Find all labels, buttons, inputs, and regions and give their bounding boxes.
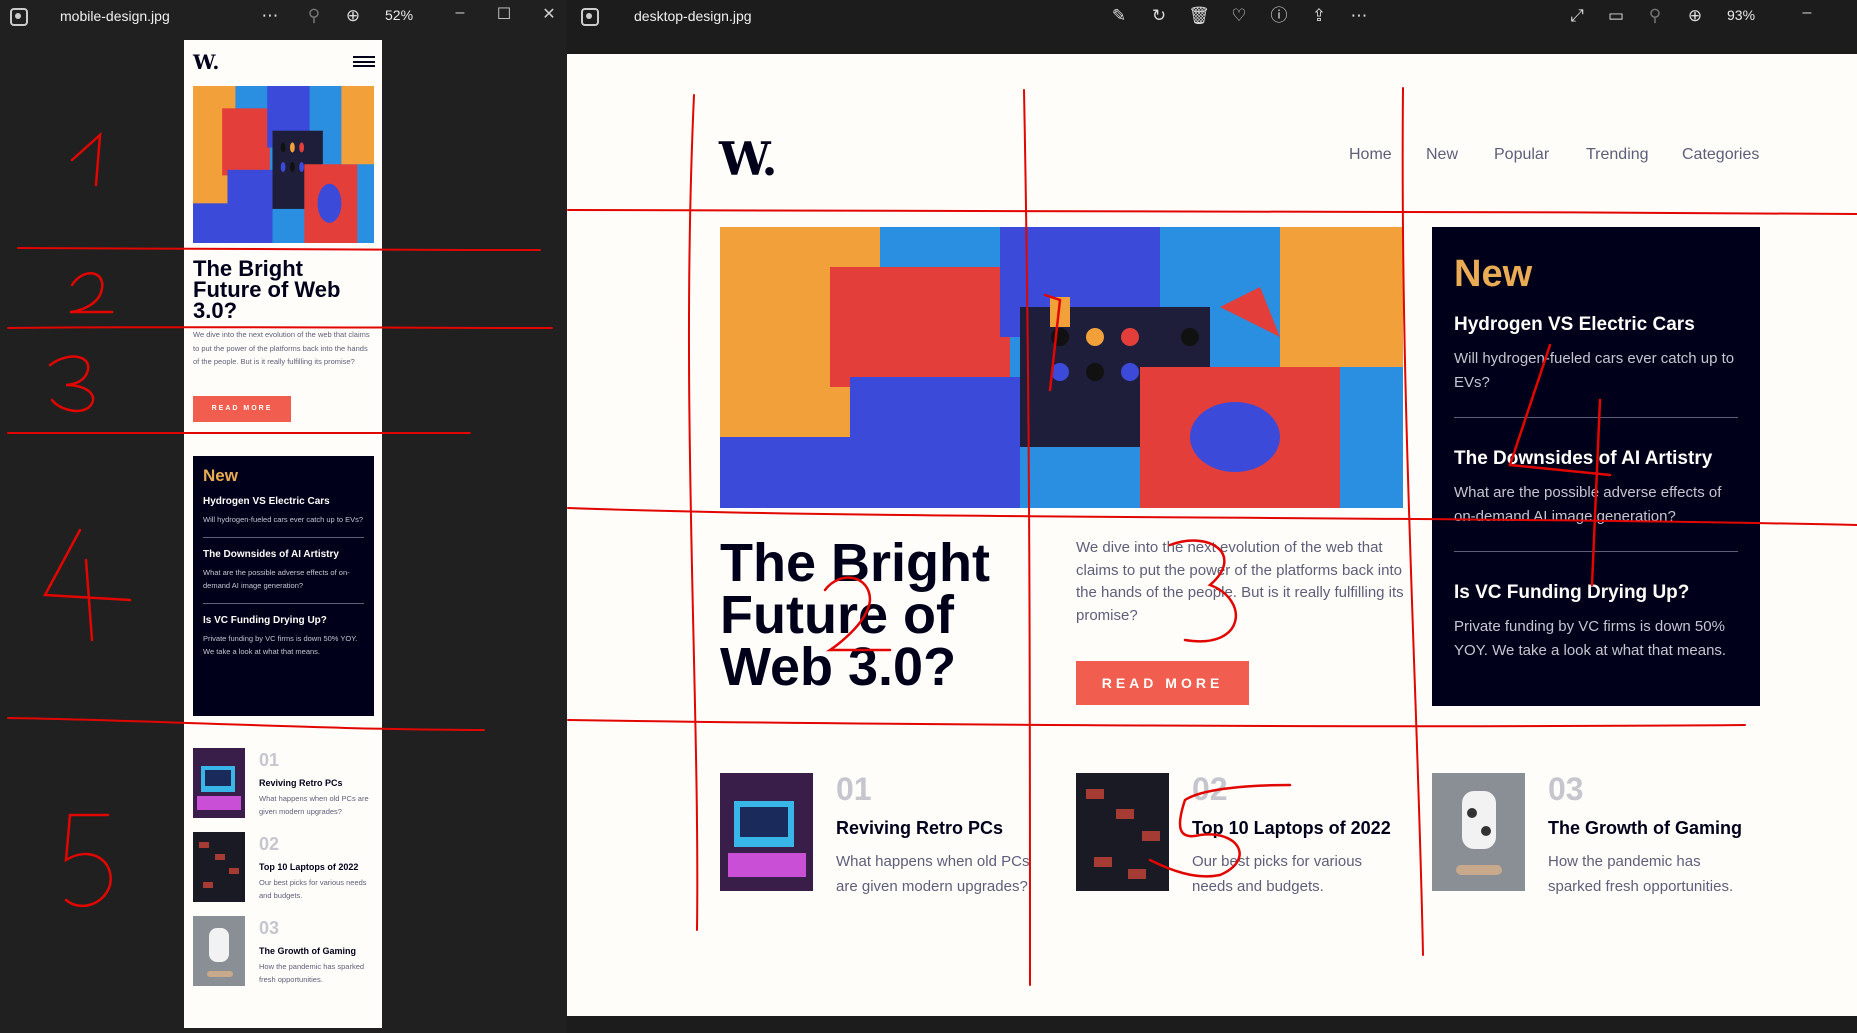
tile-number: 02 xyxy=(1192,771,1228,807)
mobile-design-image: W. The Bright Future of Web 3.0? We dive… xyxy=(184,40,382,1028)
desktop-design-image: W. Home New Popular Trending Categories … xyxy=(567,54,1857,1016)
retro-pc-thumbnail xyxy=(193,748,245,818)
actual-size-icon[interactable]: ▭ xyxy=(1604,6,1628,26)
laptop-keyboard-thumbnail xyxy=(1076,773,1169,891)
tile-number: 01 xyxy=(836,771,872,807)
desktop-viewer-titlebar: desktop-design.jpg ✎ ↻ 🗑 ♡ ⓘ ⇪ ⋯ ⤢ ▭ ⚲ ⊕… xyxy=(567,0,1857,38)
new-item-title: The Downsides of AI Artistry xyxy=(1454,448,1713,469)
new-heading: New xyxy=(203,466,238,485)
more-dots-icon[interactable]: ⋯ xyxy=(258,6,282,26)
article-tile: 01 Reviving Retro PCs What happens when … xyxy=(193,748,374,818)
desktop-filename: desktop-design.jpg xyxy=(634,8,752,24)
photos-app-icon xyxy=(581,8,599,26)
zoom-out-icon[interactable]: ⚲ xyxy=(1643,6,1667,26)
new-item: Hydrogen VS Electric Cars Will hydrogen-… xyxy=(1454,314,1738,418)
heart-icon[interactable]: ♡ xyxy=(1227,6,1251,26)
tile-title: Top 10 Laptops of 2022 xyxy=(259,862,359,872)
nav-new: New xyxy=(1426,146,1459,163)
site-logo: W. xyxy=(719,132,777,186)
new-item: Hydrogen VS Electric Cars Will hydrogen-… xyxy=(203,496,364,538)
new-heading: New xyxy=(1454,253,1533,295)
article-tile: 02 Top 10 Laptops of 2022 Our best picks… xyxy=(193,832,374,902)
new-item: The Downsides of AI Artistry What are th… xyxy=(1454,448,1738,552)
hero-description: We dive into the next evolution of the w… xyxy=(193,330,370,366)
tile-number: 01 xyxy=(259,750,280,770)
new-item: Is VC Funding Drying Up? Private funding… xyxy=(203,615,364,669)
nav-popular: Popular xyxy=(1494,146,1550,163)
hamburger-menu-icon xyxy=(353,56,375,67)
retro-pc-thumbnail xyxy=(720,773,813,891)
tile-desc: What happens when old PCs are given mode… xyxy=(836,853,1030,895)
zoom-in-icon[interactable]: ⊕ xyxy=(1683,6,1707,26)
zoom-out-icon[interactable]: ⚲ xyxy=(302,6,326,26)
new-item-desc: What are the possible adverse effects of… xyxy=(203,567,350,591)
mobile-filename: mobile-design.jpg xyxy=(60,8,170,24)
tile-desc: What happens when old PCs are given mode… xyxy=(259,794,369,816)
gamepad-thumbnail xyxy=(1432,773,1525,891)
new-item-desc: Private funding by VC firms is down 50% … xyxy=(1454,618,1727,659)
tile-title: Reviving Retro PCs xyxy=(259,778,343,788)
new-item: The Downsides of AI Artistry What are th… xyxy=(203,549,364,604)
hero-title: The Bright Future of Web 3.0? xyxy=(193,256,341,323)
mobile-viewer-titlebar: mobile-design.jpg ⋯ ⚲ ⊕ 52% – ☐ ✕ xyxy=(0,0,567,38)
minimize-button[interactable]: – xyxy=(448,4,472,22)
hero-description: We dive into the next evolution of the w… xyxy=(1076,539,1404,624)
hero-image xyxy=(720,227,1403,508)
new-item-desc: Will hydrogen-fueled cars ever catch up … xyxy=(203,515,364,524)
rotate-icon[interactable]: ↻ xyxy=(1147,6,1171,26)
gamepad-thumbnail xyxy=(193,916,245,986)
new-item-title: Is VC Funding Drying Up? xyxy=(1454,582,1690,603)
zoom-level[interactable]: 93% xyxy=(1727,7,1755,23)
delete-icon[interactable]: 🗑 xyxy=(1187,6,1211,26)
tile-desc: Our best picks for various needs and bud… xyxy=(1192,853,1363,895)
new-item-title: Is VC Funding Drying Up? xyxy=(203,614,327,626)
hero-image xyxy=(193,86,374,243)
edit-image-icon[interactable]: ✎ xyxy=(1107,6,1131,26)
new-item-desc: What are the possible adverse effects of… xyxy=(1454,484,1722,525)
more-dots-icon[interactable]: ⋯ xyxy=(1347,6,1371,26)
new-item: Is VC Funding Drying Up? Private funding… xyxy=(1454,582,1738,685)
tile-title: The Growth of Gaming xyxy=(259,946,356,956)
tile-title: The Growth of Gaming xyxy=(1548,818,1742,838)
hero-title: The Bright Future of Web 3.0? xyxy=(720,533,990,697)
laptop-keyboard-thumbnail xyxy=(193,832,245,902)
article-tile: 02 Top 10 Laptops of 2022 Our best picks… xyxy=(1076,771,1406,895)
fullscreen-icon[interactable]: ⤢ xyxy=(1565,6,1589,26)
tile-number: 03 xyxy=(259,918,280,938)
tile-title: Top 10 Laptops of 2022 xyxy=(1192,818,1391,838)
article-tile: 01 Reviving Retro PCs What happens when … xyxy=(720,771,1050,895)
nav-trending: Trending xyxy=(1586,146,1649,163)
read-more-button: READ MORE xyxy=(193,396,291,422)
nav-home: Home xyxy=(1349,146,1392,163)
site-logo: W. xyxy=(193,50,220,74)
read-more-button: READ MORE xyxy=(1076,661,1249,705)
zoom-in-icon[interactable]: ⊕ xyxy=(341,6,365,26)
new-item-title: Hydrogen VS Electric Cars xyxy=(1454,314,1695,335)
tile-number: 02 xyxy=(259,834,280,854)
tile-title: Reviving Retro PCs xyxy=(836,818,1004,838)
tile-desc: How the pandemic has sparked fresh oppor… xyxy=(1548,853,1734,895)
nav-categories: Categories xyxy=(1682,146,1760,163)
tile-desc: Our best picks for various needs and bud… xyxy=(259,878,367,900)
share-icon[interactable]: ⇪ xyxy=(1307,6,1331,26)
info-icon[interactable]: ⓘ xyxy=(1267,6,1291,26)
zoom-level[interactable]: 52% xyxy=(385,7,413,23)
new-item-desc: Will hydrogen-fueled cars ever catch up … xyxy=(1454,350,1735,391)
maximize-button[interactable]: ☐ xyxy=(492,4,516,24)
new-panel: New Hydrogen VS Electric Cars Will hydro… xyxy=(1432,227,1760,706)
viewer-bottom-bar xyxy=(567,1016,1857,1033)
tile-number: 03 xyxy=(1548,771,1584,807)
new-item-title: The Downsides of AI Artistry xyxy=(203,548,339,560)
article-tile: 03 The Growth of Gaming How the pandemic… xyxy=(1432,771,1762,895)
photos-app-icon xyxy=(10,8,28,26)
new-item-title: Hydrogen VS Electric Cars xyxy=(203,496,330,507)
minimize-button[interactable]: – xyxy=(1795,4,1819,22)
new-item-desc: Private funding by VC firms is down 50% … xyxy=(203,633,358,657)
new-panel: New Hydrogen VS Electric Cars Will hydro… xyxy=(193,456,374,716)
tile-desc: How the pandemic has sparked fresh oppor… xyxy=(259,962,365,984)
close-button[interactable]: ✕ xyxy=(537,4,561,24)
article-tile: 03 The Growth of Gaming How the pandemic… xyxy=(193,916,374,986)
